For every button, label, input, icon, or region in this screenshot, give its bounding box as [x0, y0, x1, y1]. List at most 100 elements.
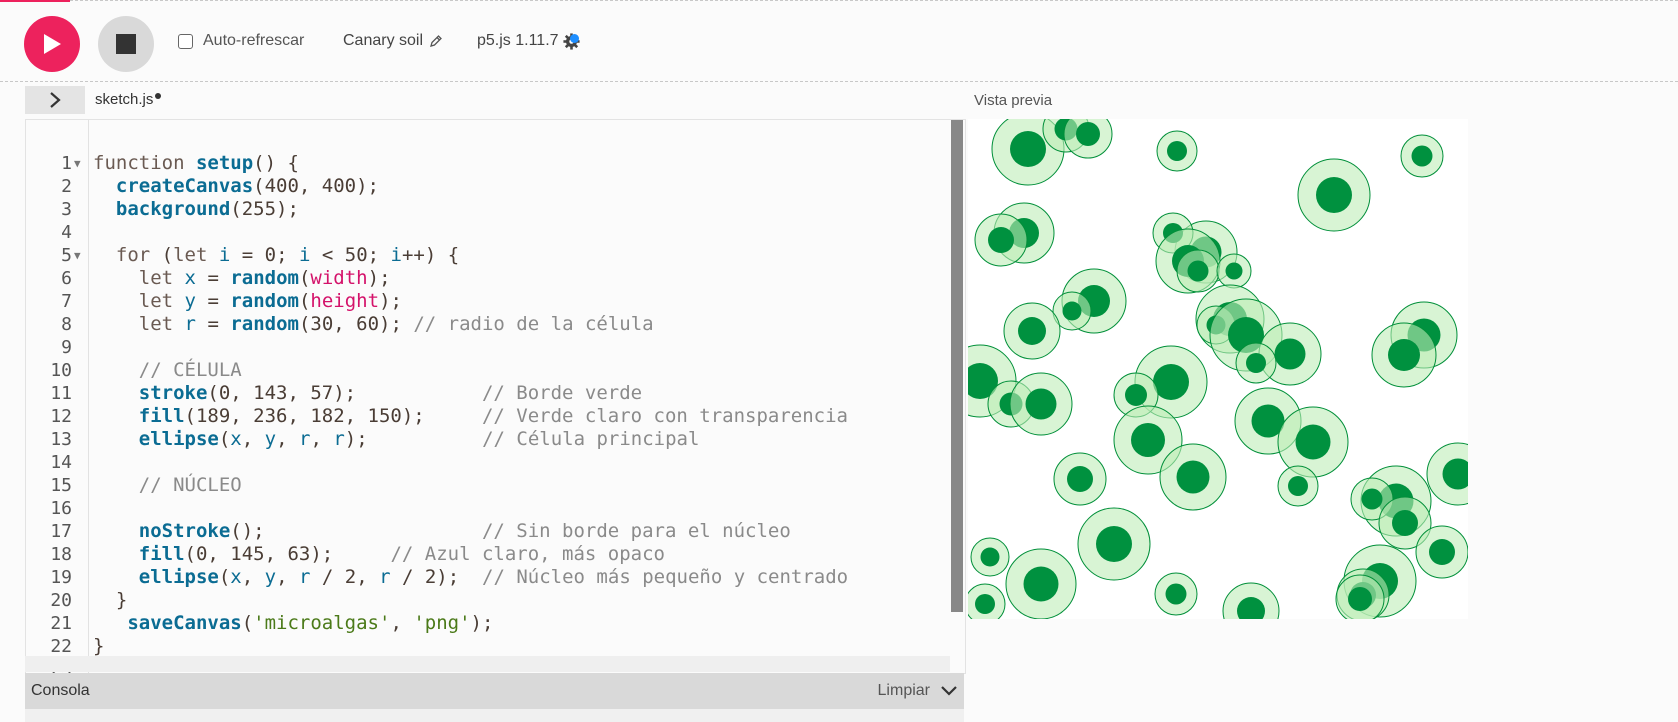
code-line[interactable]: 16 — [26, 497, 946, 520]
project-name[interactable]: Canary soil — [343, 32, 443, 50]
code-text: let y = random(height); — [138, 290, 402, 312]
cell — [1216, 253, 1252, 289]
line-number: 7 — [61, 291, 72, 312]
code-line[interactable]: 17 noStroke(); // Sin borde para el núcl… — [26, 520, 946, 543]
code-line[interactable]: 9 — [26, 336, 946, 359]
fold-arrow-icon[interactable]: ▼ — [74, 152, 81, 175]
code-text: } — [93, 635, 105, 657]
toolbar: Auto-refrescar Canary soil p5.js 1.11.7 — [0, 2, 1678, 82]
code-line[interactable]: 18 fill(0, 145, 63); // Azul claro, más … — [26, 543, 946, 566]
version-selector[interactable]: p5.js 1.11.7 — [477, 32, 580, 50]
cell — [1077, 507, 1151, 581]
code-text: fill(189, 236, 182, 150); // Verde claro… — [138, 405, 848, 427]
code-line[interactable]: 20 } — [26, 589, 946, 612]
horizontal-scrollbar[interactable] — [25, 656, 950, 672]
cell — [1009, 372, 1073, 436]
cell-nucleus — [1274, 338, 1306, 370]
line-number: 8 — [61, 314, 72, 335]
clear-console-button[interactable]: Limpiar — [878, 682, 930, 700]
code-text: function setup() { — [93, 152, 299, 174]
cell-nucleus — [1288, 476, 1308, 496]
line-number: 18 — [50, 544, 72, 565]
auto-refresh-toggle[interactable]: Auto-refrescar — [178, 32, 304, 50]
code-line[interactable]: 19 ellipse(x, y, r / 2, r / 2); // Núcle… — [26, 566, 946, 589]
cell-nucleus — [1167, 141, 1187, 161]
line-number: 11 — [50, 383, 72, 404]
cell-nucleus — [1131, 423, 1165, 457]
cell — [1005, 548, 1077, 619]
code-line[interactable]: 1 ▼ function setup() { — [26, 152, 946, 175]
code-text: background(255); — [115, 198, 299, 220]
code-area[interactable]: 1 ▼ function setup() {2 createCanvas(400, … — [26, 152, 946, 673]
code-line[interactable]: 10 // CÉLULA — [26, 359, 946, 382]
cell — [1053, 452, 1107, 506]
project-name-text: Canary soil — [343, 32, 424, 49]
cell-nucleus — [1125, 384, 1147, 406]
line-number: 15 — [50, 475, 72, 496]
code-line[interactable]: 6 let x = random(width); — [26, 267, 946, 290]
vertical-scrollbar[interactable] — [951, 120, 963, 612]
line-number: 3 — [61, 199, 72, 220]
fold-arrow-icon[interactable]: ▼ — [74, 244, 81, 267]
auto-refresh-checkbox[interactable] — [178, 33, 193, 49]
code-line[interactable]: 3 background(255); — [26, 198, 946, 221]
cell — [1156, 130, 1198, 172]
cell-nucleus — [1246, 353, 1266, 373]
code-text: let r = random(30, 60); // radio de la c… — [138, 313, 654, 335]
stop-icon — [116, 34, 136, 54]
cell-nucleus — [1165, 583, 1187, 605]
code-line[interactable]: 7 let y = random(height); — [26, 290, 946, 313]
play-button[interactable] — [24, 16, 80, 72]
cell-nucleus — [1025, 388, 1057, 420]
pencil-icon[interactable] — [429, 34, 443, 48]
cell-nucleus — [1076, 122, 1100, 146]
cell — [1335, 574, 1385, 619]
cell — [1400, 134, 1444, 178]
console-header: Consola Limpiar — [25, 673, 964, 709]
top-divider — [0, 0, 1678, 1]
code-line[interactable]: 5 ▼ for (let i = 0; i < 50; i++) { — [26, 244, 946, 267]
code-line[interactable]: 4 — [26, 221, 946, 244]
cell — [1297, 158, 1371, 232]
version-text: p5.js 1.11.7 — [477, 32, 559, 49]
file-name: sketch.js — [95, 91, 154, 108]
code-text: ellipse(x, y, r, r); // Célula principal — [138, 428, 700, 450]
cell-nucleus — [988, 227, 1014, 253]
preview-canvas[interactable] — [968, 119, 1468, 619]
line-number: 22 — [50, 636, 72, 657]
line-number: 13 — [50, 429, 72, 450]
line-number: 17 — [50, 521, 72, 542]
cell-nucleus — [1429, 539, 1455, 565]
stop-button[interactable] — [98, 16, 154, 72]
code-line[interactable]: 12 fill(189, 236, 182, 150); // Verde cl… — [26, 405, 946, 428]
code-text: fill(0, 145, 63); // Azul claro, más opa… — [138, 543, 665, 565]
line-number: 10 — [50, 360, 72, 381]
code-text: createCanvas(400, 400); — [115, 175, 380, 197]
code-line[interactable]: 8 let r = random(30, 60); // radio de la… — [26, 313, 946, 336]
file-tab[interactable]: sketch.js — [95, 91, 162, 108]
chevron-down-icon[interactable] — [940, 685, 958, 697]
cell — [974, 213, 1028, 267]
code-text: ellipse(x, y, r / 2, r / 2); // Núcleo m… — [138, 566, 849, 588]
cell — [1063, 119, 1113, 159]
cell-nucleus — [1225, 262, 1243, 280]
code-editor[interactable]: 1 ▼ function setup() {2 createCanvas(400, … — [25, 119, 966, 674]
line-number: 21 — [50, 613, 72, 634]
cell-nucleus — [1316, 177, 1352, 213]
console-controls: Limpiar — [878, 682, 958, 700]
update-indicator — [570, 34, 579, 43]
code-text: stroke(0, 143, 57); // Borde verde — [138, 382, 643, 404]
line-number: 9 — [61, 337, 72, 358]
code-line[interactable]: 2 createCanvas(400, 400); — [26, 175, 946, 198]
cell-nucleus — [980, 547, 1000, 567]
code-line[interactable]: 11 stroke(0, 143, 57); // Borde verde — [26, 382, 946, 405]
code-line[interactable]: 21 saveCanvas('microalgas', 'png'); — [26, 612, 946, 635]
chevron-right-icon — [50, 92, 61, 108]
code-line[interactable]: 22} — [26, 635, 946, 658]
code-line[interactable]: 14 — [26, 451, 946, 474]
sidebar-toggle-button[interactable] — [25, 86, 85, 114]
code-line[interactable]: 13 ellipse(x, y, r, r); // Célula princi… — [26, 428, 946, 451]
code-text: // CÉLULA — [138, 359, 242, 381]
code-line[interactable]: 15 // NÚCLEO — [26, 474, 946, 497]
cell-nucleus — [1176, 460, 1210, 494]
